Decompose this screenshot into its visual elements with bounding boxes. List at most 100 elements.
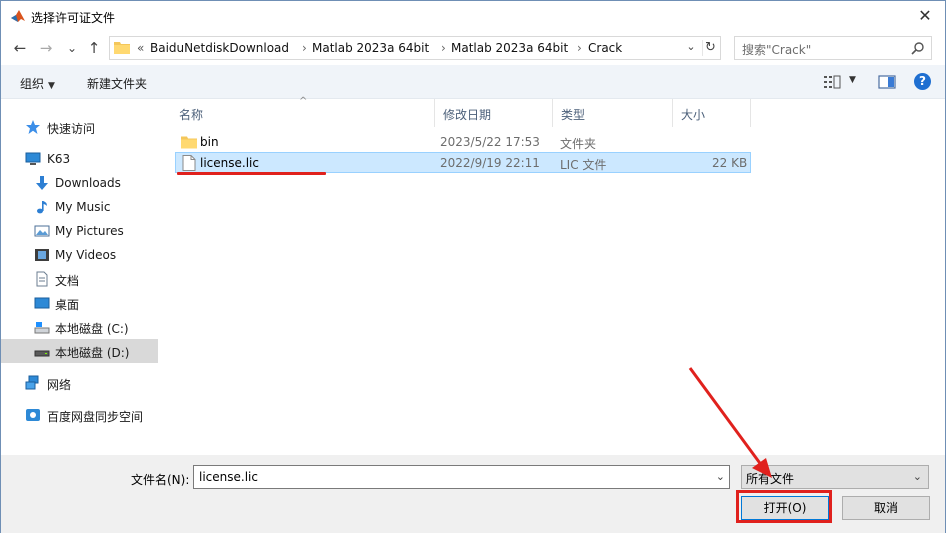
preview-pane-icon[interactable]	[878, 74, 896, 90]
sidebar-item-label: 快速访问	[47, 122, 96, 136]
forward-button[interactable]: →	[37, 39, 55, 57]
annotation-underline	[177, 172, 326, 175]
videos-icon	[35, 249, 49, 261]
view-options-icon[interactable]	[823, 74, 841, 90]
sidebar-item-label: 本地磁盘 (D:)	[55, 346, 130, 360]
breadcrumb-overflow[interactable]: «	[137, 41, 144, 55]
documents-icon	[36, 271, 48, 287]
sidebar-item-my-pictures[interactable]: My Pictures	[1, 219, 158, 243]
organize-button[interactable]: 组织 ▼	[20, 75, 55, 92]
sidebar-item-label: 桌面	[55, 298, 80, 312]
up-folder-button[interactable]: ↑	[85, 39, 103, 57]
baidu-sync-icon	[26, 409, 40, 421]
sidebar-item-my-videos[interactable]: My Videos	[1, 243, 158, 267]
drive-d-icon	[34, 350, 50, 357]
navigation-pane: 快速访问 K63 Downloads My Music My Pictures …	[1, 99, 159, 455]
sidebar-item-quick-access[interactable]: 快速访问	[1, 115, 158, 139]
file-list: 名称 ^ 修改日期 类型 大小 bin 2023/5/22 17:53 文件夹	[161, 96, 945, 455]
sidebar-item-label: 本地磁盘 (C:)	[55, 322, 129, 336]
search-icon[interactable]	[911, 41, 925, 55]
document-file-icon	[182, 155, 196, 171]
sidebar-item-downloads[interactable]: Downloads	[1, 171, 158, 195]
file-type: LIC 文件	[560, 158, 607, 172]
column-header-name[interactable]: 名称 ^	[171, 96, 435, 127]
filename-combobox[interactable]: license.lic ⌄	[193, 465, 730, 489]
cancel-button[interactable]: 取消	[842, 496, 930, 520]
organize-caret-icon: ▼	[48, 81, 55, 91]
chevron-down-icon[interactable]: ⌄	[716, 470, 725, 483]
breadcrumb-separator[interactable]: ›	[577, 41, 582, 55]
sidebar-item-k63[interactable]: K63	[1, 147, 158, 171]
breadcrumb-item[interactable]: Matlab 2023a 64bit	[451, 41, 568, 55]
quick-access-star-icon	[26, 120, 40, 134]
column-header-label: 类型	[561, 108, 586, 122]
column-header-date[interactable]: 修改日期	[435, 99, 553, 127]
filename-label: 文件名(N):	[131, 473, 190, 487]
sidebar-item-network[interactable]: 网络	[1, 371, 158, 395]
new-folder-button[interactable]: 新建文件夹	[87, 75, 147, 92]
address-dropdown-button[interactable]: ⌄	[683, 40, 699, 56]
sidebar-item-my-music[interactable]: My Music	[1, 195, 158, 219]
recent-locations-button[interactable]: ⌄	[63, 39, 81, 57]
column-header-type[interactable]: 类型	[553, 99, 673, 127]
column-header-label: 名称	[179, 108, 204, 122]
title-bar: 选择许可证文件 ✕	[1, 1, 945, 31]
sidebar-item-label: Downloads	[55, 176, 121, 190]
sidebar-item-label: My Videos	[55, 248, 117, 262]
column-header-size[interactable]: 大小	[673, 99, 751, 127]
sidebar-item-drive-c[interactable]: 本地磁盘 (C:)	[1, 315, 158, 339]
matlab-logo-icon	[11, 10, 25, 22]
sidebar-item-baidu-sync[interactable]: 百度网盘同步空间	[1, 403, 158, 427]
downloads-icon	[36, 176, 48, 190]
filetype-value: 所有文件	[746, 472, 795, 486]
sidebar-item-drive-d[interactable]: 本地磁盘 (D:)	[1, 339, 158, 363]
view-options-caret-icon[interactable]: ▼	[849, 75, 856, 85]
breadcrumb-item[interactable]: Matlab 2023a 64bit	[312, 41, 429, 55]
file-name: bin	[200, 135, 219, 149]
sidebar-item-label: K63	[47, 152, 71, 166]
back-button[interactable]: ←	[11, 39, 29, 57]
search-input[interactable]: 搜索"Crack"	[742, 41, 811, 58]
command-toolbar: 组织 ▼ 新建文件夹 ▼ ?	[1, 65, 945, 99]
organize-label: 组织	[20, 77, 45, 91]
breadcrumb-item[interactable]: Crack	[588, 41, 622, 55]
sidebar-item-desktop[interactable]: 桌面	[1, 291, 158, 315]
folder-icon	[181, 136, 197, 149]
file-type: 文件夹	[560, 137, 597, 151]
annotation-highlight-box	[736, 490, 832, 523]
search-box[interactable]: 搜索"Crack"	[734, 36, 932, 60]
file-size: 22 KB	[712, 156, 748, 170]
refresh-button[interactable]: ↻	[702, 40, 718, 56]
desktop-icon	[34, 297, 50, 309]
breadcrumb-separator[interactable]: ›	[441, 41, 446, 55]
file-row-license[interactable]: license.lic 2022/9/19 22:11 LIC 文件 22 KB	[175, 152, 751, 173]
address-bar[interactable]: « BaiduNetdiskDownload › Matlab 2023a 64…	[109, 36, 721, 60]
file-date: 2022/9/19 22:11	[440, 156, 540, 170]
filetype-select[interactable]: 所有文件 ⌄	[741, 465, 929, 489]
help-icon[interactable]: ?	[914, 73, 931, 90]
computer-icon	[25, 152, 41, 165]
file-open-dialog: 选择许可证文件 ✕ ← → ⌄ ↑ « BaiduNetdiskDownload…	[0, 0, 946, 533]
chevron-down-icon[interactable]: ⌄	[913, 470, 922, 483]
sidebar-item-label: My Music	[55, 200, 111, 214]
window-title: 选择许可证文件	[31, 11, 116, 25]
navigation-row: ← → ⌄ ↑ « BaiduNetdiskDownload › Matlab …	[1, 31, 945, 65]
breadcrumb-item[interactable]: BaiduNetdiskDownload	[150, 41, 289, 55]
file-name: license.lic	[200, 156, 259, 170]
file-row-bin[interactable]: bin 2023/5/22 17:53 文件夹	[175, 132, 751, 153]
column-header-label: 修改日期	[443, 108, 492, 122]
network-icon	[25, 375, 39, 390]
file-date: 2023/5/22 17:53	[440, 135, 540, 149]
sidebar-item-label: 百度网盘同步空间	[47, 410, 144, 424]
sidebar-item-documents[interactable]: 文档	[1, 267, 158, 291]
close-button[interactable]: ✕	[915, 6, 935, 26]
sidebar-item-label: 网络	[47, 378, 72, 392]
sort-ascending-icon: ^	[299, 96, 308, 107]
breadcrumb-separator[interactable]: ›	[302, 41, 307, 55]
folder-icon	[114, 42, 130, 54]
sidebar-item-label: My Pictures	[55, 224, 124, 238]
music-icon	[37, 201, 47, 214]
filename-input[interactable]: license.lic	[199, 470, 258, 484]
sidebar-item-label: 文档	[55, 274, 80, 288]
pictures-icon	[34, 225, 50, 237]
